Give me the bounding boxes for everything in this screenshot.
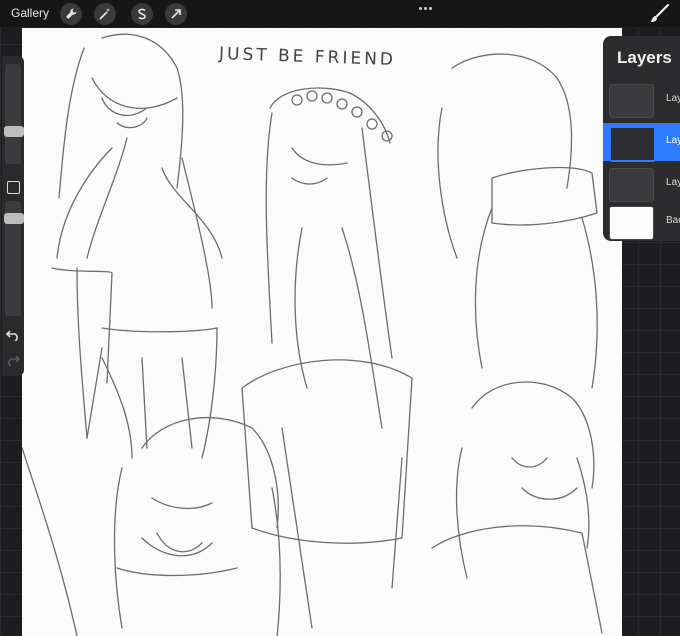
layers-title: Layers <box>617 48 672 67</box>
layer-row[interactable]: Lay <box>603 81 680 119</box>
layer-thumbnail <box>609 126 656 162</box>
layer-row-background[interactable]: Bac <box>603 203 680 241</box>
layer-thumbnail <box>609 206 654 240</box>
layer-name: Bac <box>666 215 680 226</box>
more-dots-icon[interactable] <box>417 3 433 13</box>
layer-thumbnail <box>609 168 654 202</box>
wrench-icon[interactable] <box>60 3 82 25</box>
redo-icon[interactable] <box>6 353 21 367</box>
layer-row-active[interactable]: Lay <box>603 123 680 162</box>
layer-row[interactable]: Lay <box>603 165 680 203</box>
opacity-handle[interactable] <box>4 213 24 224</box>
drawing-canvas[interactable]: JUST BE FRIEND <box>22 28 622 636</box>
undo-icon[interactable] <box>5 328 20 342</box>
selection-s-icon[interactable] <box>131 3 153 25</box>
brush-size-handle[interactable] <box>4 126 24 137</box>
transform-arrow-icon[interactable] <box>165 3 187 25</box>
brush-icon[interactable] <box>648 3 672 25</box>
eyedropper-square-button[interactable] <box>7 181 20 194</box>
layer-name: Lay <box>666 93 680 104</box>
top-toolbar: Gallery <box>0 0 680 27</box>
gallery-button[interactable]: Gallery <box>11 6 49 20</box>
magic-wand-icon[interactable] <box>94 3 116 25</box>
layer-thumbnail <box>609 84 654 118</box>
left-sidebar <box>2 56 24 376</box>
sketch-artwork <box>22 33 603 636</box>
brush-size-slider[interactable] <box>5 64 21 164</box>
layer-name: Lay <box>666 177 680 188</box>
layers-panel: Layers Lay Lay Lay Bac <box>603 36 680 241</box>
layer-name: Lay <box>666 135 680 146</box>
